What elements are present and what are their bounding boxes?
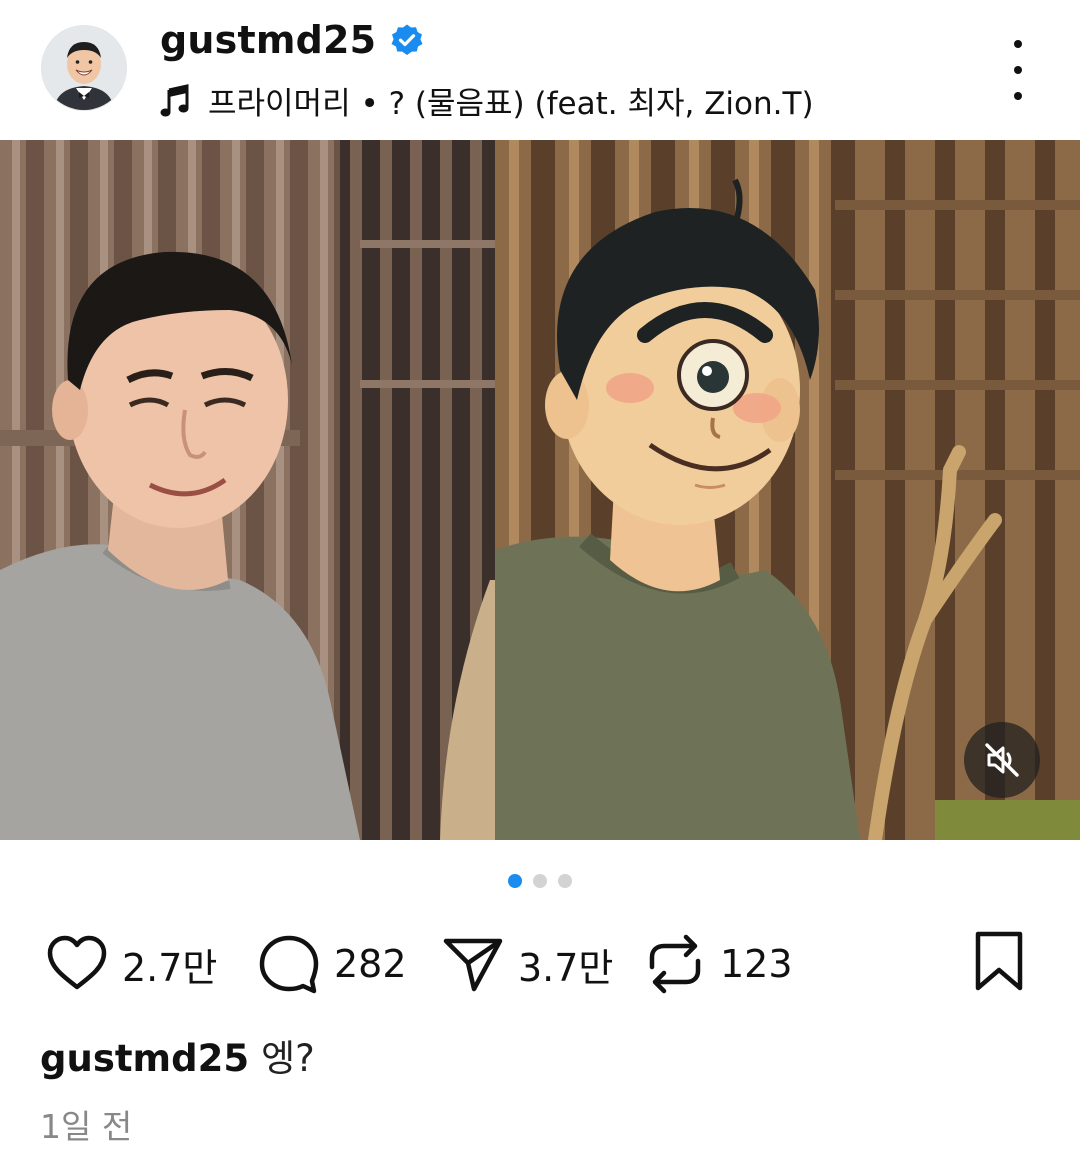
like-count: 2.7만 xyxy=(122,945,218,990)
avatar-image xyxy=(42,26,126,110)
caption-text: 엥? xyxy=(261,1037,315,1080)
caption-username[interactable]: gustmd25 xyxy=(40,1037,249,1080)
comment-button[interactable]: 282 xyxy=(256,926,407,1002)
carousel-dot-active xyxy=(508,874,522,888)
repost-count: 123 xyxy=(720,942,793,986)
music-title: 프라이머리 • ? (물음표) (feat. 최자, Zion.T) xyxy=(208,86,814,122)
carousel-dot xyxy=(533,874,547,888)
speaker-muted-icon xyxy=(985,743,1019,777)
carousel-dot xyxy=(558,874,572,888)
repost-icon xyxy=(649,934,701,994)
post-header: gustmd25 프라이머리 • ? (물음표) (feat. 최자, Zion… xyxy=(0,0,1080,140)
avatar[interactable] xyxy=(42,26,126,110)
music-row[interactable]: 프라이머리 • ? (물음표) (feat. 최자, Zion.T) xyxy=(160,78,814,123)
more-vertical-icon xyxy=(1014,40,1022,48)
more-options-button[interactable] xyxy=(1000,40,1036,100)
caption: gustmd25 엥? xyxy=(40,1028,315,1082)
like-button[interactable]: 2.7만 xyxy=(44,926,217,1002)
action-bar: 2.7만 282 3.7만 123 xyxy=(0,926,1080,1002)
bookmark-icon[interactable] xyxy=(966,928,1032,994)
username[interactable]: gustmd25 xyxy=(160,18,376,62)
post-timestamp: 1일 전 xyxy=(40,1107,133,1146)
music-note-icon xyxy=(160,83,189,116)
post-media-carousel[interactable] xyxy=(0,140,1080,840)
carousel-indicator xyxy=(508,874,572,888)
mute-button[interactable] xyxy=(964,722,1040,798)
comment-count: 282 xyxy=(334,942,407,986)
share-button[interactable]: 3.7만 xyxy=(440,926,613,1002)
verified-badge-icon xyxy=(391,24,423,55)
post-photo-left xyxy=(0,140,495,840)
username-row: gustmd25 xyxy=(160,18,424,62)
paper-plane-icon xyxy=(443,938,503,992)
share-count: 3.7만 xyxy=(518,945,614,990)
heart-icon xyxy=(47,935,107,990)
comment-bubble-icon xyxy=(259,935,319,994)
repost-button[interactable]: 123 xyxy=(642,926,793,1002)
